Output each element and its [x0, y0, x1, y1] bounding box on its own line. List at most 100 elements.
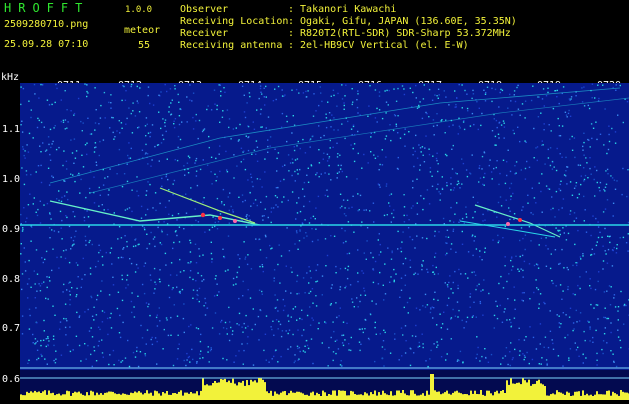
noise-dot	[492, 178, 493, 179]
noise-dot	[144, 229, 145, 230]
noise-dot	[135, 238, 136, 239]
noise-dot	[562, 227, 563, 228]
noise-dot	[341, 165, 342, 166]
noise-dot	[247, 254, 248, 255]
noise-dot	[74, 113, 75, 114]
noise-dot	[62, 165, 63, 166]
noise-dot	[506, 175, 507, 176]
noise-dot	[525, 142, 526, 143]
noise-dot	[341, 360, 342, 361]
noise-dot	[597, 85, 598, 86]
noise-dot	[343, 199, 344, 200]
noise-dot	[479, 165, 480, 166]
noise-dot	[363, 288, 364, 289]
noise-dot	[444, 90, 445, 91]
noise-dot	[608, 318, 609, 319]
noise-dot	[306, 272, 307, 273]
histogram-bar	[542, 384, 544, 400]
noise-dot	[430, 220, 431, 221]
noise-dot	[538, 268, 539, 269]
histogram-bar	[476, 394, 478, 400]
noise-dot	[50, 129, 51, 130]
noise-dot	[488, 362, 489, 363]
noise-dot	[348, 266, 349, 267]
histogram-bar	[618, 396, 620, 400]
noise-dot	[79, 192, 80, 193]
noise-dot	[188, 262, 189, 263]
noise-dot	[546, 359, 547, 360]
histogram-bar	[266, 391, 268, 400]
noise-dot	[205, 302, 206, 303]
histogram-bar	[444, 392, 446, 400]
noise-dot	[504, 126, 505, 127]
meteor-diagonal-1	[50, 88, 620, 183]
noise-dot	[605, 317, 606, 318]
noise-dot	[297, 249, 298, 250]
noise-dot	[255, 238, 256, 239]
noise-dot	[620, 340, 621, 341]
noise-dot	[554, 166, 555, 167]
noise-dot	[220, 321, 221, 322]
noise-dot	[439, 314, 440, 315]
noise-dot	[574, 188, 575, 189]
histogram-bar	[232, 379, 234, 400]
noise-dot	[274, 269, 275, 270]
noise-dot	[482, 289, 483, 290]
noise-dot	[200, 351, 201, 352]
noise-dot	[279, 282, 280, 283]
noise-dot	[447, 286, 448, 287]
noise-dot	[147, 163, 148, 164]
histogram-bar	[186, 393, 188, 400]
noise-dot	[315, 174, 316, 175]
histogram-bar	[614, 393, 616, 400]
noise-dot	[78, 98, 79, 99]
noise-dot	[412, 154, 413, 155]
histogram-bar	[390, 391, 392, 400]
noise-dot	[617, 330, 618, 331]
histogram-bar	[114, 393, 116, 400]
noise-dot	[114, 136, 115, 137]
noise-dot	[420, 195, 421, 196]
noise-dot	[262, 126, 263, 127]
noise-dot	[516, 87, 517, 88]
noise-dot	[586, 162, 587, 163]
noise-dot	[293, 115, 294, 116]
noise-dot	[73, 349, 74, 350]
noise-dot	[379, 272, 380, 273]
noise-dot	[47, 287, 48, 288]
noise-dot	[276, 187, 277, 188]
noise-dot	[58, 190, 59, 191]
noise-dot	[216, 109, 217, 110]
noise-dot	[481, 259, 482, 260]
noise-dot	[544, 123, 545, 124]
noise-dot	[369, 85, 370, 86]
noise-dot	[424, 161, 425, 162]
noise-dot	[225, 322, 226, 323]
noise-dot	[385, 293, 386, 294]
noise-dot	[73, 163, 74, 164]
noise-dot	[353, 148, 354, 149]
noise-dot	[401, 278, 402, 279]
noise-dot	[386, 183, 387, 184]
noise-dot	[375, 89, 376, 90]
noise-dot	[428, 149, 429, 150]
noise-dot	[309, 222, 310, 223]
noise-dot	[95, 142, 96, 143]
noise-dot	[46, 346, 47, 347]
noise-dot	[95, 122, 96, 123]
noise-dot	[473, 124, 474, 125]
noise-dot	[463, 120, 464, 121]
noise-dot	[567, 116, 568, 117]
noise-dot	[178, 102, 179, 103]
noise-dot	[484, 151, 485, 152]
noise-dot	[415, 135, 416, 136]
noise-dot	[294, 146, 295, 147]
noise-dot	[63, 122, 64, 123]
noise-dot	[558, 264, 559, 265]
noise-dot	[262, 219, 263, 220]
noise-dot	[589, 285, 590, 286]
noise-dot	[140, 325, 141, 326]
noise-dot	[426, 269, 427, 270]
noise-dot	[467, 108, 468, 109]
histogram-bar	[222, 380, 224, 400]
